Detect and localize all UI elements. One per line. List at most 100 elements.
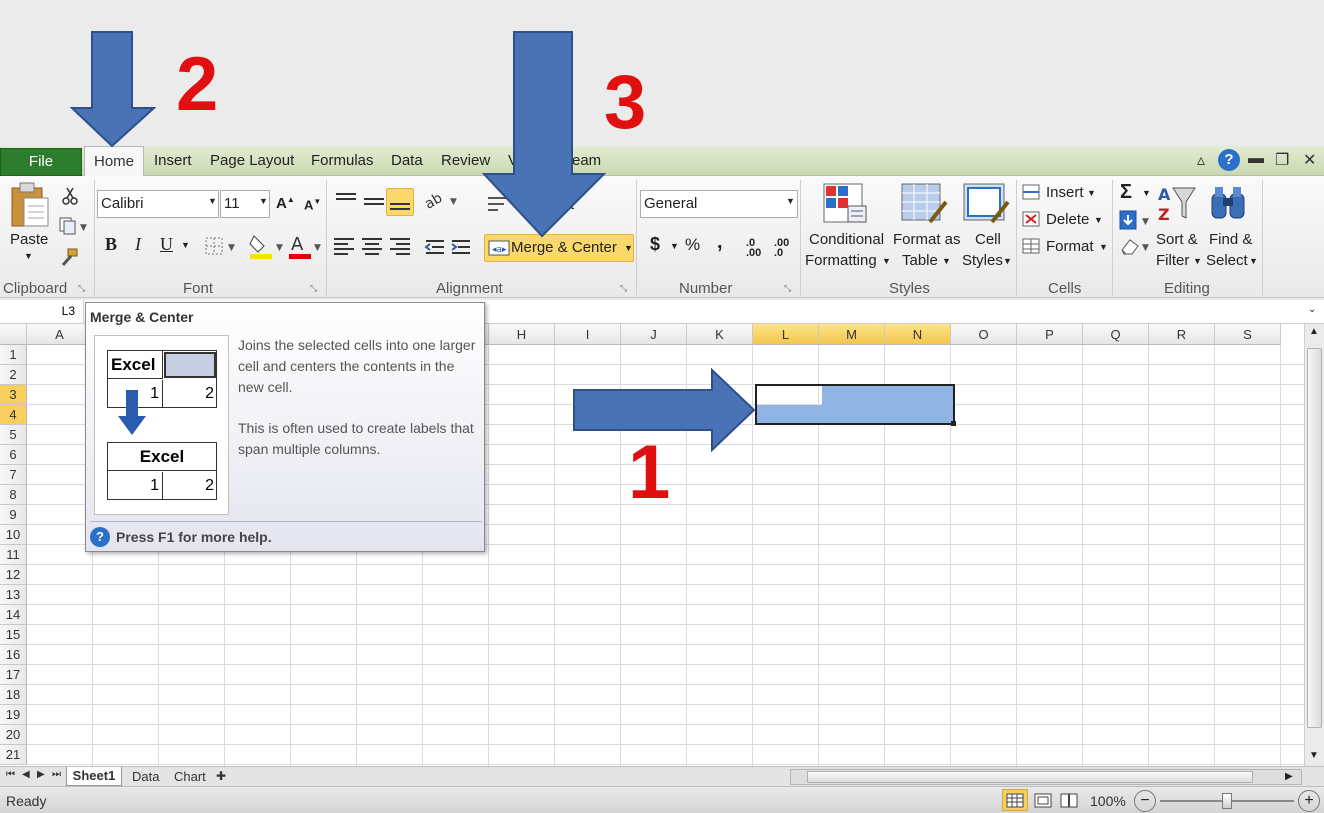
row-header-11[interactable]: 11 — [0, 545, 27, 565]
row-header-2[interactable]: 2 — [0, 365, 27, 385]
sort-filter-label-1[interactable]: Sort & — [1156, 231, 1198, 248]
restore-window-icon[interactable]: ❐ — [1275, 150, 1289, 170]
column-header-r[interactable]: R — [1149, 324, 1215, 345]
clipboard-launcher-icon[interactable]: ⤡ — [78, 283, 85, 294]
name-box[interactable]: L3 — [0, 300, 84, 323]
font-size-dropdown-icon[interactable]: ▼ — [259, 196, 268, 206]
currency-dropdown-icon[interactable]: ▼ — [670, 241, 679, 251]
vertical-scrollbar[interactable]: ▲ ▼ — [1304, 324, 1324, 766]
copy-icon[interactable]: ▼ — [58, 216, 88, 236]
sort-filter-dropdown-icon[interactable]: ▼ — [1193, 256, 1202, 266]
prev-sheet-icon[interactable]: ◀ — [22, 769, 30, 780]
horizontal-scroll-thumb[interactable] — [807, 771, 1253, 783]
paste-icon[interactable] — [8, 180, 52, 230]
delete-cells-icon[interactable] — [1022, 211, 1042, 229]
conditional-formatting-label-2[interactable]: Formatting — [805, 252, 877, 269]
column-header-l[interactable]: L — [753, 324, 819, 345]
decrease-decimal-button[interactable]: .00 .0 — [774, 238, 796, 259]
row-header-4[interactable]: 4 — [0, 405, 27, 425]
shrink-font-icon[interactable]: A▼ — [304, 197, 321, 212]
tab-page-layout[interactable]: Page Layout — [210, 152, 294, 169]
column-header-p[interactable]: P — [1017, 324, 1083, 345]
comma-button[interactable]: , — [717, 231, 723, 254]
bold-button[interactable]: B — [105, 234, 117, 255]
vertical-scroll-thumb[interactable] — [1307, 348, 1322, 728]
tab-file[interactable]: File — [0, 148, 82, 176]
insert-sheet-icon[interactable]: ✚ — [216, 769, 226, 783]
select-all-corner[interactable] — [0, 324, 27, 345]
cell-styles-label-2[interactable]: Styles — [962, 252, 1003, 269]
conditional-formatting-label-1[interactable]: Conditional — [809, 231, 884, 248]
middle-align-icon[interactable] — [362, 190, 386, 210]
conditional-formatting-icon[interactable] — [822, 182, 870, 226]
sort-filter-icon[interactable]: A Z — [1155, 182, 1199, 226]
autosum-icon[interactable]: Σ — [1120, 181, 1132, 204]
number-format-dropdown-icon[interactable]: ▼ — [786, 196, 795, 206]
format-as-table-dropdown-icon[interactable]: ▼ — [942, 256, 951, 266]
format-as-table-label-2[interactable]: Table — [902, 252, 938, 269]
row-header-10[interactable]: 10 — [0, 525, 27, 545]
close-window-icon[interactable]: ✕ — [1303, 150, 1316, 170]
first-sheet-icon[interactable]: ⏮ — [6, 769, 15, 780]
format-cells-label[interactable]: Format — [1046, 238, 1094, 255]
row-header-14[interactable]: 14 — [0, 605, 27, 625]
column-header-k[interactable]: K — [687, 324, 753, 345]
merge-center-dropdown-icon[interactable]: ▼ — [624, 243, 633, 253]
cell-styles-icon[interactable] — [962, 182, 1012, 226]
percent-button[interactable]: % — [685, 235, 700, 255]
increase-decimal-button[interactable]: .0 .00 — [746, 238, 768, 259]
underline-dropdown-icon[interactable]: ▼ — [181, 240, 190, 250]
column-header-n[interactable]: N — [885, 324, 951, 345]
currency-button[interactable]: $ — [650, 234, 660, 255]
zoom-out-icon[interactable]: − — [1134, 790, 1156, 812]
fill-color-icon[interactable]: ▼ — [248, 232, 284, 260]
delete-cells-label[interactable]: Delete — [1046, 211, 1089, 228]
row-header-17[interactable]: 17 — [0, 665, 27, 685]
column-header-s[interactable]: S — [1215, 324, 1281, 345]
page-layout-view-icon[interactable] — [1034, 793, 1054, 809]
find-select-label-1[interactable]: Find & — [1209, 231, 1252, 248]
scroll-right-icon[interactable]: ▶ — [1285, 771, 1293, 782]
find-select-label-2[interactable]: Select — [1206, 252, 1248, 269]
last-sheet-icon[interactable]: ⏭ — [52, 769, 61, 780]
format-cells-dropdown-icon[interactable]: ▼ — [1099, 242, 1108, 252]
fill-handle[interactable] — [951, 421, 956, 426]
row-header-3[interactable]: 3 — [0, 385, 27, 405]
row-header-20[interactable]: 20 — [0, 725, 27, 745]
autosum-dropdown-icon[interactable]: ▼ — [1142, 188, 1151, 198]
cut-icon[interactable] — [60, 186, 80, 206]
tab-home[interactable]: Home — [84, 146, 144, 177]
row-header-21[interactable]: 21 — [0, 745, 27, 765]
help-icon[interactable]: ? — [1218, 149, 1240, 171]
page-break-view-icon[interactable] — [1060, 793, 1080, 809]
row-header-18[interactable]: 18 — [0, 685, 27, 705]
format-cells-icon[interactable] — [1022, 238, 1042, 256]
next-sheet-icon[interactable]: ▶ — [37, 769, 45, 780]
zoom-level[interactable]: 100% — [1090, 793, 1126, 809]
column-header-o[interactable]: O — [951, 324, 1017, 345]
zoom-slider-thumb[interactable] — [1222, 793, 1232, 809]
borders-icon[interactable]: ▼ — [204, 236, 240, 256]
row-header-6[interactable]: 6 — [0, 445, 27, 465]
zoom-in-icon[interactable]: + — [1298, 790, 1320, 812]
sort-filter-label-2[interactable]: Filter — [1156, 252, 1189, 269]
font-color-icon[interactable]: A ▼ — [288, 232, 324, 260]
number-launcher-icon[interactable]: ⤡ — [784, 283, 791, 294]
column-header-m[interactable]: M — [819, 324, 885, 345]
delete-cells-dropdown-icon[interactable]: ▼ — [1094, 215, 1103, 225]
tab-data[interactable]: Data — [391, 152, 423, 169]
column-header-h[interactable]: H — [489, 324, 555, 345]
selection-range[interactable] — [755, 384, 955, 425]
row-header-19[interactable]: 19 — [0, 705, 27, 725]
fill-icon[interactable]: ▼ — [1118, 210, 1152, 230]
insert-cells-dropdown-icon[interactable]: ▼ — [1087, 188, 1096, 198]
row-header-9[interactable]: 9 — [0, 505, 27, 525]
row-header-7[interactable]: 7 — [0, 465, 27, 485]
tab-insert[interactable]: Insert — [154, 152, 192, 169]
format-as-table-icon[interactable] — [900, 182, 950, 226]
row-header-13[interactable]: 13 — [0, 585, 27, 605]
column-header-j[interactable]: J — [621, 324, 687, 345]
row-header-16[interactable]: 16 — [0, 645, 27, 665]
find-select-dropdown-icon[interactable]: ▼ — [1249, 256, 1258, 266]
insert-cells-icon[interactable] — [1022, 184, 1042, 202]
